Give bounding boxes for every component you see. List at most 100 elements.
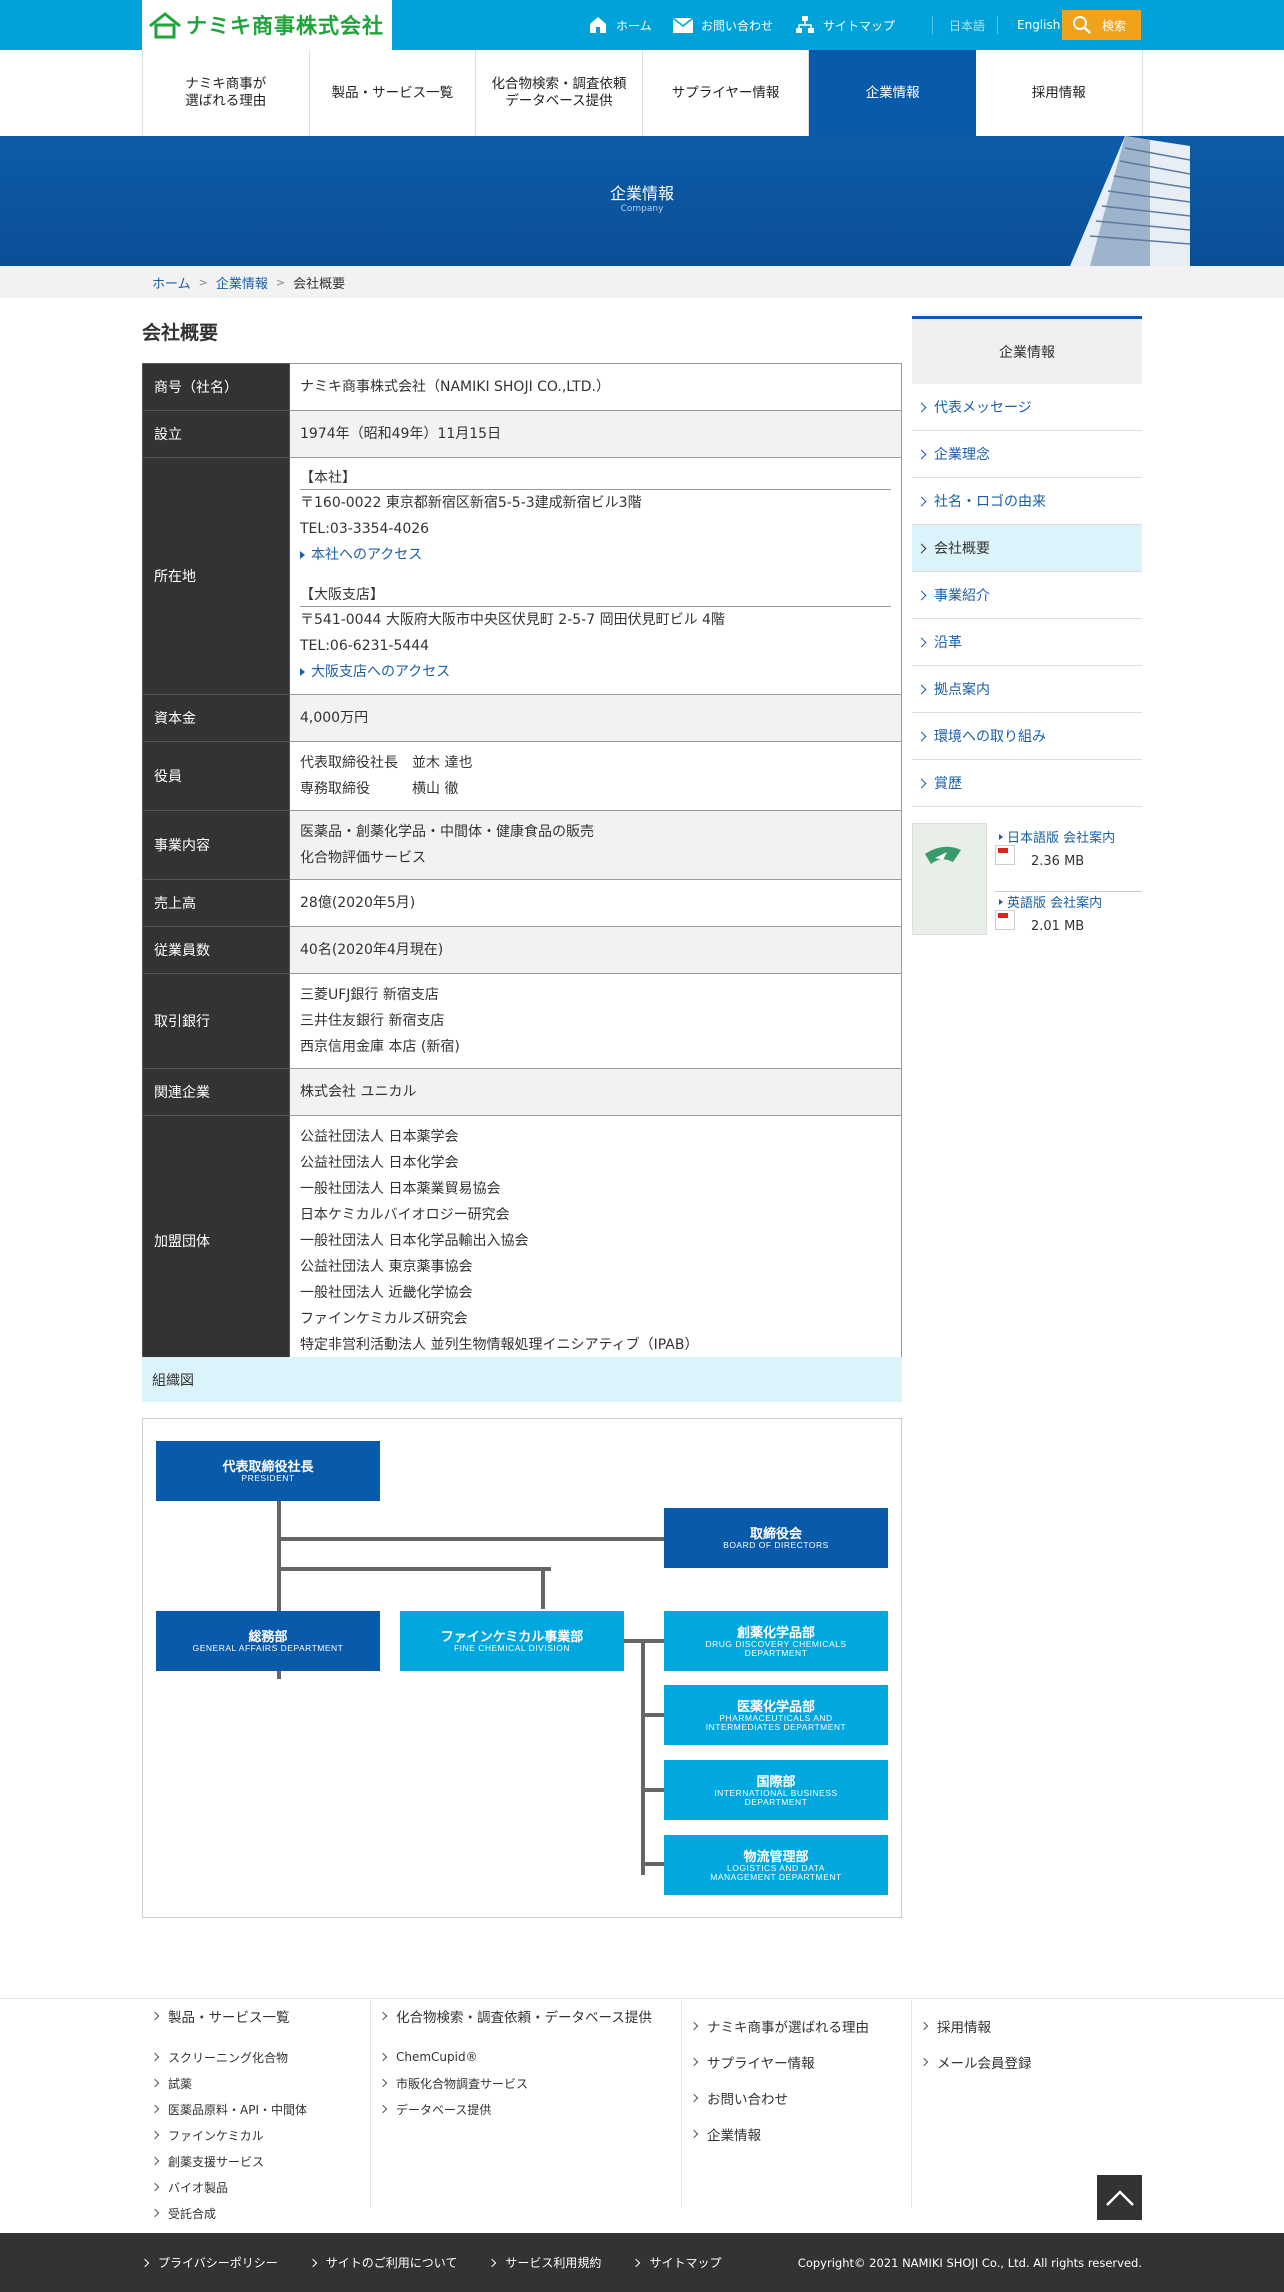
footer-search-link[interactable]: 化合物検索・調査依頼・データベース提供 [380,2008,652,2026]
search-button[interactable]: 検索 [1062,10,1141,40]
gnav-company[interactable]: 企業情報 [809,50,976,136]
line: 一般社団法人 日本薬業貿易協会 [300,1181,501,1197]
table-row: 売上高 28億(2020年5月) [142,879,902,927]
sitemap-label: サイトマップ [823,18,896,33]
gnav-compound-search[interactable]: 化合物検索・調査依頼 データベース提供 [476,50,643,136]
terms-link[interactable]: サービス利用規約 [489,2254,601,2271]
footer-link[interactable]: スクリーニング化合物 [152,2044,307,2070]
pdf-icon [995,845,1015,865]
org-president: 代表取締役社長 PRESIDENT [156,1441,380,1501]
table-row: 加盟団体 公益社団法人 日本薬学会 公益社団法人 日本化学会 一般社団法人 日本… [142,1115,902,1367]
sidebar-item-philosophy[interactable]: 企業理念 [912,431,1142,478]
footer-link[interactable]: データベース提供 [380,2096,652,2122]
brochure-downloads: 日本語版 会社案内 2.36 MB 英語版 会社案内 2.01 MB [912,823,1142,938]
footer-link[interactable]: 創薬支援サービス [152,2148,307,2174]
line: 公益社団法人 日本化学会 [300,1155,459,1171]
footer-bottom-links: プライバシーポリシー サイトのご利用について サービス利用規約 サイトマップ [142,2233,753,2292]
divider [997,16,998,34]
brochure-thumbnail[interactable] [912,823,987,935]
copyright: Copyright© 2021 NAMIKI SHOJI Co., Ltd. A… [797,2255,1142,2270]
divider [932,16,933,34]
osaka-title: 【大阪支店】 [300,584,891,607]
gnav-suppliers[interactable]: サプライヤー情報 [643,50,810,136]
hq-access-link[interactable]: 本社へのアクセス [300,542,891,568]
connector-line [541,1567,545,1609]
footer-link[interactable]: 採用情報 [921,2008,1032,2044]
footer-link[interactable]: バイオ製品 [152,2174,307,2200]
row-value: 1974年（昭和49年）11月15日 [289,410,902,458]
row-value: 代表取締役社長 並木 達也 専務取締役 横山 徹 [289,741,902,811]
gnav-reasons[interactable]: ナミキ商事が 選ばれる理由 [143,50,310,136]
org-label: 創薬化学品部 [736,1624,815,1640]
pdf-icon [995,910,1015,930]
sidebar-item-locations[interactable]: 拠点案内 [912,666,1142,713]
footer-link[interactable]: サプライヤー情報 [691,2044,869,2080]
breadcrumb-home[interactable]: ホーム [152,273,191,292]
site-usage-link[interactable]: サイトのご利用について [310,2254,458,2271]
contact-label: お問い合わせ [701,18,774,33]
footer-col-recruit: 採用情報 メール会員登録 [921,2008,1032,2080]
sidebar-item-history[interactable]: 沿革 [912,619,1142,666]
line: 一般社団法人 日本化学品輸出入協会 [300,1233,529,1249]
pdf-en-size: 2.01 MB [1031,919,1085,934]
hq-address: 〒160-0022 東京都新宿区新宿5-5-3建成新宿ビル3階 [300,495,642,511]
table-row: 事業内容 医薬品・創薬化学品・中間体・健康食品の販売 化合物評価サービス [142,810,902,880]
line: ファインケミカルズ研究会 [300,1311,468,1327]
line: 公益社団法人 東京薬事協会 [300,1259,473,1275]
divider [681,2000,682,2208]
footer-link[interactable]: 試薬 [152,2070,307,2096]
footer-link[interactable]: 企業情報 [691,2116,869,2152]
header-contact-link[interactable]: お問い合わせ [673,0,773,50]
osaka-access-link[interactable]: 大阪支店へのアクセス [300,659,891,685]
pdf-ja-link[interactable]: 日本語版 会社案内 [999,827,1142,846]
footer-link[interactable]: 受託合成 [152,2200,307,2226]
row-label: 売上高 [142,879,290,927]
sidebar: 企業情報 代表メッセージ 企業理念 社名・ロゴの由来 会社概要 事業紹介 沿革 … [912,316,1142,807]
sidebar-item-awards[interactable]: 賞歴 [912,760,1142,807]
lang-en-link[interactable]: English [1017,0,1060,50]
gnav-products[interactable]: 製品・サービス一覧 [310,50,477,136]
line: 西京信用金庫 本店 (新宿) [300,1039,460,1055]
row-label: 資本金 [142,694,290,742]
sidebar-item-message[interactable]: 代表メッセージ [912,384,1142,431]
pdf-ja: 日本語版 会社案内 2.36 MB [995,827,1142,869]
row-label: 関連企業 [142,1068,290,1116]
sidebar-heading: 企業情報 [912,316,1142,384]
footer-link[interactable]: お問い合わせ [691,2080,869,2116]
sitemap-link[interactable]: サイトマップ [633,2254,721,2271]
back-to-top-button[interactable] [1097,2175,1142,2220]
sidebar-item-business[interactable]: 事業紹介 [912,572,1142,619]
chevron-right-icon: > [275,275,286,289]
org-label-en: DEPARTMENT [744,1796,808,1807]
org-label-en: BOARD OF DIRECTORS [723,1540,829,1550]
row-value: 4,000万円 [289,694,902,742]
pdf-en: 英語版 会社案内 2.01 MB [995,891,1142,934]
hero-subtitle: Company [620,204,664,214]
header-sitemap-link[interactable]: サイトマップ [795,0,895,50]
row-label: 商号（社名） [142,363,290,411]
line: 代表取締役社長 並木 達也 [300,755,473,771]
sidebar-item-environment[interactable]: 環境への取り組み [912,713,1142,760]
sidebar-item-overview[interactable]: 会社概要 [912,525,1142,572]
footer-link[interactable]: メール会員登録 [921,2044,1032,2080]
footer-link[interactable]: ファインケミカル [152,2122,307,2148]
row-value: 28億(2020年5月) [289,879,902,927]
footer-link[interactable]: 医薬品原料・API・中間体 [152,2096,307,2122]
breadcrumb-bar: ホーム > 企業情報 > 会社概要 [0,266,1284,298]
org-fine-chemical: ファインケミカル事業部 FINE CHEMICAL DIVISION [400,1611,624,1671]
breadcrumb-company[interactable]: 企業情報 [216,273,268,292]
row-label: 加盟団体 [142,1115,290,1367]
footer-link[interactable]: 市販化合物調査サービス [380,2070,652,2096]
org-label-en: GENERAL AFFAIRS DEPARTMENT [192,1643,344,1653]
lang-ja-link[interactable]: 日本語 [949,0,985,50]
row-value: 40名(2020年4月現在) [289,926,902,974]
footer-link[interactable]: ChemCupid® [380,2044,652,2070]
privacy-link[interactable]: プライバシーポリシー [142,2254,278,2271]
footer-products-link[interactable]: 製品・サービス一覧 [152,2008,307,2026]
footer-link[interactable]: ナミキ商事が選ばれる理由 [691,2008,869,2044]
gnav-recruit[interactable]: 採用情報 [976,50,1143,136]
header-home-link[interactable]: ホーム [588,0,652,50]
pdf-en-link[interactable]: 英語版 会社案内 [999,892,1142,911]
row-label: 取引銀行 [142,973,290,1069]
sidebar-item-logo-origin[interactable]: 社名・ロゴの由来 [912,478,1142,525]
